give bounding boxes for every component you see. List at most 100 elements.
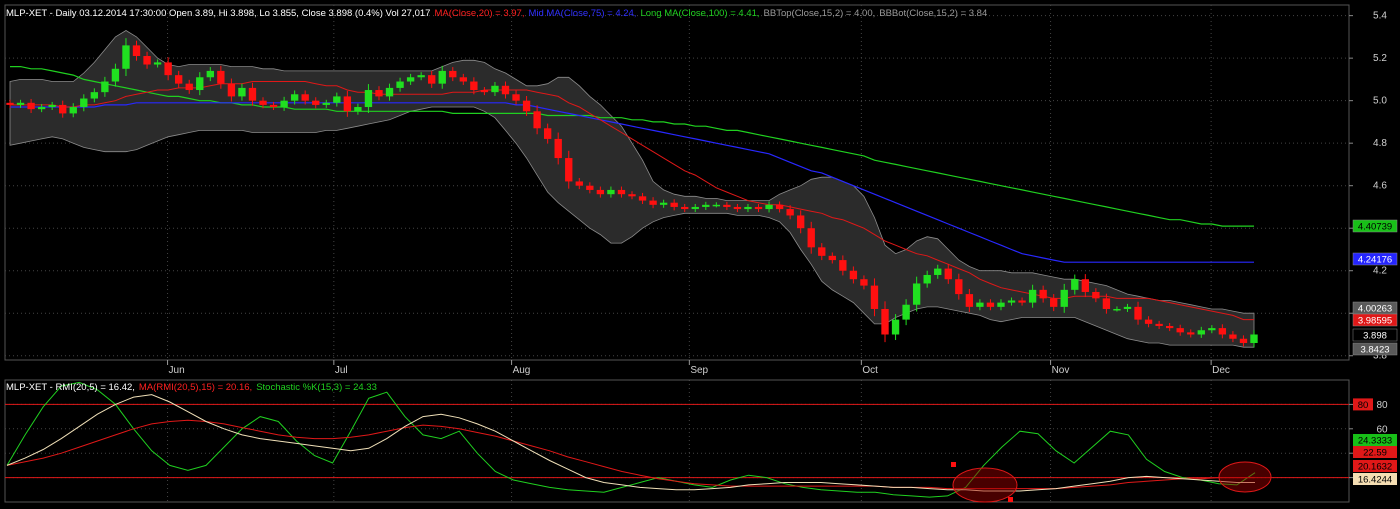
oscillator-tick-label: 60 (1376, 424, 1388, 435)
candle-body (775, 204, 784, 210)
candle-body (839, 260, 847, 271)
candle-body (227, 83, 236, 97)
candle-body (860, 279, 868, 286)
price-tick-label: 5.4 (1373, 11, 1387, 22)
oscillator-value-tag-label: 20.1632 (1358, 462, 1392, 473)
price-value-tag-label: 4.00263 (1358, 304, 1392, 315)
price-tick-label: 5.2 (1373, 53, 1387, 64)
candle-body (164, 62, 172, 76)
candle-body (428, 75, 436, 84)
candle-body (143, 56, 151, 65)
candle-body (196, 77, 204, 91)
candle-body (1060, 289, 1068, 307)
candle-body (333, 96, 341, 103)
oscillator-value-tag-label: 80 (1358, 400, 1369, 411)
candle-body (175, 75, 183, 84)
legend-entry: MA(RMI(20,5),15) = 20.16, (139, 382, 252, 393)
candle-body (628, 194, 636, 197)
candle-body (1165, 325, 1174, 329)
candle-body (238, 87, 246, 97)
candle-body (406, 77, 415, 82)
oscillator-value-tag-label: 24.3333 (1358, 436, 1392, 447)
candle-body (965, 294, 974, 307)
candle-body (1218, 328, 1227, 335)
legend-entry: Stochastic %K(15,3) = 24.33 (256, 382, 377, 393)
candle-body (480, 90, 489, 93)
candle-body (712, 204, 721, 207)
x-tick-label: Aug (513, 365, 531, 376)
x-tick-label: Dec (1212, 365, 1230, 376)
candle-body (955, 279, 963, 295)
price-tick-label: 4.2 (1373, 266, 1387, 277)
candle-body (681, 206, 689, 210)
candle-body (881, 308, 889, 335)
candle-body (343, 96, 352, 112)
candle-body (111, 68, 120, 82)
candle-body (322, 102, 330, 105)
candle-body (1187, 332, 1195, 335)
candle-body (459, 77, 467, 82)
candle-body (354, 107, 362, 112)
candle-body (912, 283, 921, 305)
candle-body (501, 85, 510, 95)
oscillator-tick-label: 80 (1376, 400, 1388, 411)
chart-canvas: 5.45.25.04.84.64.44.24.03.8 4.407394.241… (0, 0, 1400, 504)
candle-body (638, 196, 647, 201)
legend-entry: Long MA(Close,100) = 4.41, (640, 8, 759, 19)
candle-body (269, 104, 278, 108)
candle-body (301, 94, 309, 101)
price-value-tag-label: 3.8423 (1360, 345, 1389, 356)
candle-body (6, 102, 14, 105)
price-value-tag-label: 3.98595 (1358, 316, 1392, 327)
candle-body (575, 181, 583, 186)
candle-body (702, 204, 710, 207)
candle-body (132, 45, 141, 57)
candle-body (659, 202, 668, 205)
candle-body (90, 92, 99, 99)
candle-body (259, 100, 267, 105)
candle-body (934, 268, 942, 275)
candle-body (754, 206, 763, 210)
candle-body (48, 104, 56, 108)
candle-body (997, 302, 1005, 307)
price-value-tag-label: 4.24176 (1358, 255, 1392, 266)
candle-body (786, 209, 794, 216)
price-value-tag-label: 4.40739 (1358, 222, 1392, 233)
candle-body (1092, 291, 1100, 299)
candle-body (16, 102, 25, 105)
legend-entry: MLP-XET - Daily 03.12.2014 17:30:00 Open… (6, 8, 430, 19)
candle-body (1018, 300, 1026, 303)
candle-body (1113, 308, 1121, 311)
candle-body (891, 319, 900, 335)
candle-body (1176, 328, 1184, 333)
candle-body (1250, 334, 1258, 343)
candle-body (902, 304, 910, 320)
x-tick-label: Jul (335, 365, 348, 376)
candle-body (396, 81, 404, 88)
candle-body (870, 285, 879, 309)
legend-entry: MLP-XET - RMI(20,5) = 16.42, (6, 382, 135, 393)
candle-body (944, 268, 952, 280)
candle-body (1071, 279, 1079, 290)
candle-body (1123, 306, 1132, 309)
candle-body (744, 206, 752, 210)
highlight-ellipse-left (952, 467, 1018, 503)
candle-body (976, 302, 984, 307)
candle-body (80, 98, 88, 108)
signal-marker (951, 462, 956, 467)
candle-body (1155, 323, 1163, 326)
candle-body (828, 255, 836, 261)
candle-body (649, 200, 657, 205)
candle-body (59, 104, 67, 114)
candle-body (417, 75, 425, 78)
candle-body (1239, 338, 1248, 343)
oscillator-panel-legend: MLP-XET - RMI(20,5) = 16.42, MA(RMI(20,5)… (6, 382, 377, 393)
candle-body (248, 87, 257, 101)
oscillator-value-tag-label: 22.59 (1363, 448, 1387, 459)
candle-body (1229, 334, 1237, 339)
candle-body (617, 189, 626, 195)
candle-body (522, 100, 531, 112)
candle-body (986, 302, 995, 307)
candle-body (543, 128, 552, 139)
price-tick-label: 4.6 (1373, 181, 1387, 192)
